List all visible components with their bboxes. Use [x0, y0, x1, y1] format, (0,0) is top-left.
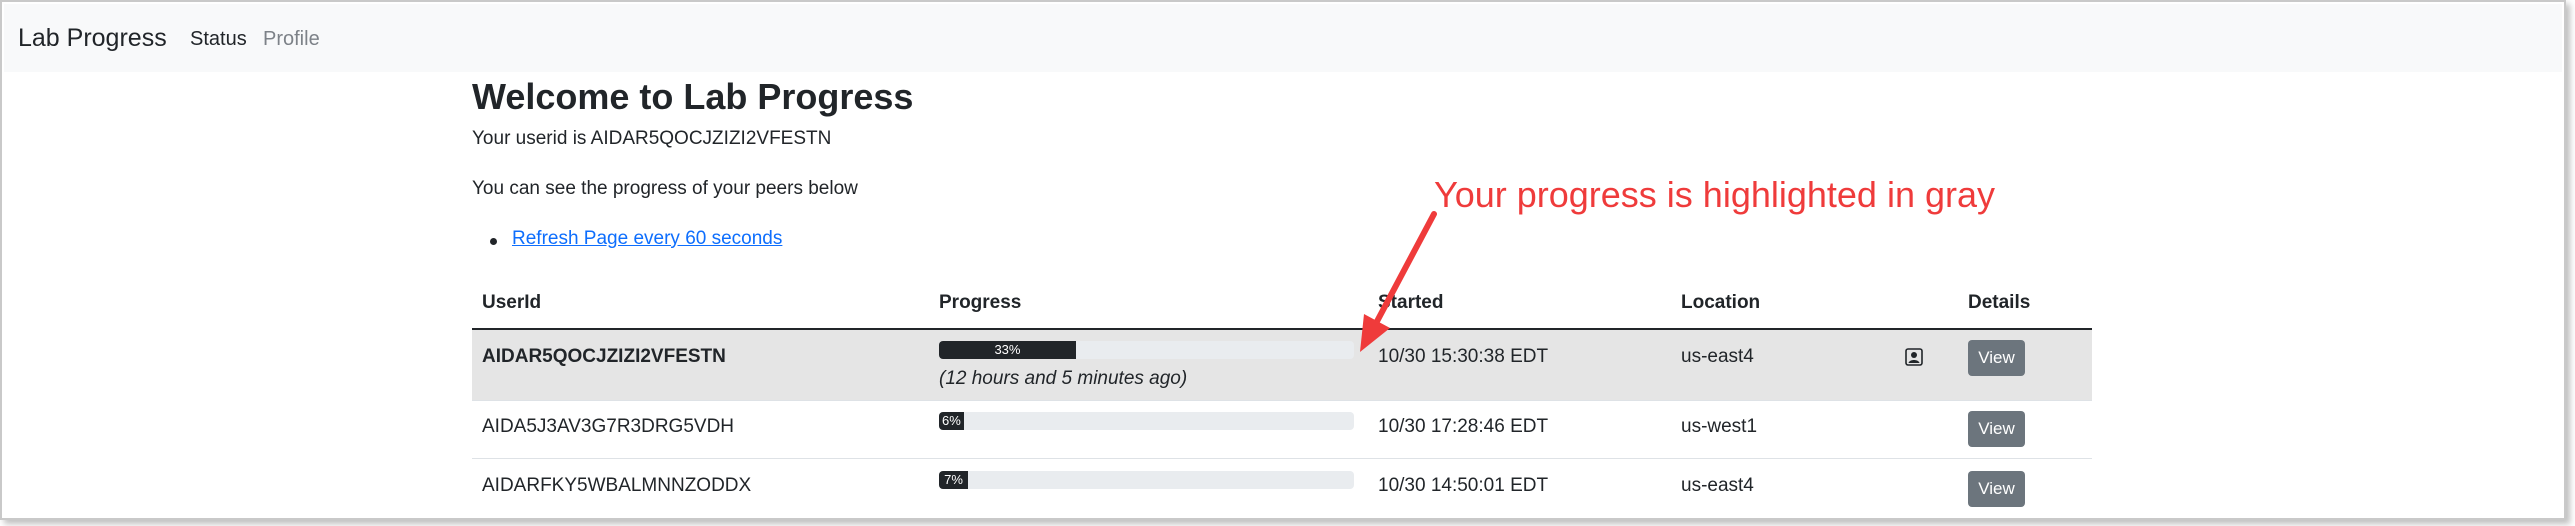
view-button[interactable]: View — [1968, 411, 2025, 447]
list-bullet — [490, 238, 497, 245]
progress-bar: 33% — [939, 341, 1354, 359]
browser-frame: Lab Progress Status Profile Welcome to L… — [0, 0, 2566, 520]
navbar-brand[interactable]: Lab Progress — [18, 24, 167, 53]
column-header-location: Location — [1681, 292, 1761, 313]
row-location: us-east4 — [1681, 475, 1754, 496]
nav-item-profile[interactable]: Profile — [263, 28, 320, 51]
view-button[interactable]: View — [1968, 340, 2025, 376]
annotation-arrow-icon — [1360, 211, 1437, 352]
row-userid: AIDA5J3AV3G7R3DRG5VDH — [482, 416, 735, 437]
peers-text: You can see the progress of your peers b… — [472, 178, 858, 199]
progress-fill: 6% — [939, 412, 964, 430]
progress-bar: 6% — [939, 412, 1354, 430]
refresh-link[interactable]: Refresh Page every 60 seconds — [512, 228, 782, 250]
table-row: AIDARFKY5WBALMNNZODDX 7% 10/30 14:50:01 … — [472, 458, 2092, 516]
page-title: Welcome to Lab Progress — [472, 76, 914, 117]
progress-fill: 33% — [939, 341, 1076, 359]
progress-ago: (12 hours and 5 minutes ago) — [939, 368, 1188, 389]
table-row-self: AIDAR5QOCJZIZI2VFESTN 33% (12 hours and … — [472, 330, 2092, 401]
navbar: Lab Progress Status Profile — [4, 4, 2562, 72]
row-userid: AIDAR5QOCJZIZI2VFESTN — [482, 346, 726, 367]
table-row: AIDA5J3AV3G7R3DRG5VDH 6% 10/30 17:28:46 … — [472, 400, 2092, 459]
row-location: us-west1 — [1681, 416, 1758, 437]
progress-bar: 7% — [939, 471, 1354, 489]
annotation-text: Your progress is highlighted in gray — [1434, 174, 1996, 215]
row-started: 10/30 14:50:01 EDT — [1378, 475, 1549, 496]
person-badge-icon — [1905, 348, 1923, 366]
row-location: us-east4 — [1681, 346, 1754, 367]
column-header-userid: UserId — [482, 292, 542, 313]
column-header-progress: Progress — [939, 292, 1022, 313]
row-started: 10/30 17:28:46 EDT — [1378, 416, 1549, 437]
column-header-details: Details — [1968, 292, 2031, 313]
userid-text: Your userid is AIDAR5QOCJZIZI2VFESTN — [472, 128, 832, 149]
nav-item-status[interactable]: Status — [190, 28, 247, 51]
row-userid: AIDARFKY5WBALMNNZODDX — [482, 475, 752, 496]
view-button[interactable]: View — [1968, 471, 2025, 507]
progress-fill: 7% — [939, 471, 969, 489]
